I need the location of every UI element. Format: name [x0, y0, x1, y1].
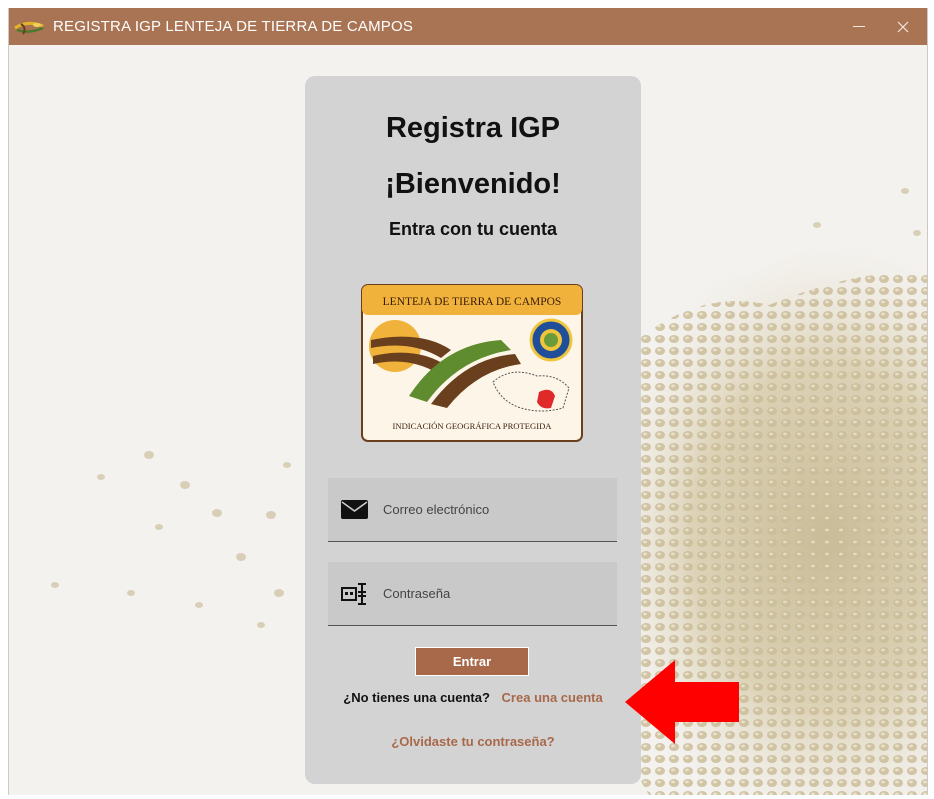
email-field[interactable]: Correo electrónico — [328, 478, 617, 542]
envelope-icon — [341, 500, 368, 519]
window-title: REGISTRA IGP LENTEJA DE TIERRA DE CAMPOS — [53, 18, 414, 35]
password-icon — [341, 583, 366, 605]
minimize-icon — [853, 25, 865, 27]
title-bar: REGISTRA IGP LENTEJA DE TIERRA DE CAMPOS — [9, 8, 927, 45]
igp-logo: LENTEJA DE TIERRA DE CAMPOS INDICACIÓN G… — [361, 284, 583, 442]
red-arrow-left-icon — [625, 660, 739, 744]
login-card: Registra IGP ¡Bienvenido! Entra con tu c… — [305, 76, 641, 784]
minimize-button[interactable] — [837, 8, 881, 45]
password-placeholder: Contraseña — [383, 586, 451, 601]
app-heading: Registra IGP — [385, 112, 561, 144]
no-account-text: ¿No tienes una cuenta? — [343, 690, 490, 705]
close-button[interactable] — [881, 8, 925, 45]
logo-bottom-text: INDICACIÓN GEOGRÁFICA PROTEGIDA — [393, 421, 553, 431]
forgot-password-link[interactable]: ¿Olvidaste tu contraseña? — [305, 734, 641, 749]
signup-row: ¿No tienes una cuenta? Crea una cuenta — [305, 690, 641, 705]
password-field[interactable]: Contraseña — [328, 562, 617, 626]
email-placeholder: Correo electrónico — [383, 502, 490, 517]
logo-top-text: LENTEJA DE TIERRA DE CAMPOS — [383, 296, 562, 308]
create-account-link[interactable]: Crea una cuenta — [502, 690, 603, 705]
welcome-heading: ¡Bienvenido! — [385, 168, 561, 200]
enter-button[interactable]: Entrar — [415, 647, 529, 676]
close-icon — [897, 21, 909, 32]
login-subtitle: Entra con tu cuenta — [388, 219, 558, 239]
app-window: REGISTRA IGP LENTEJA DE TIERRA DE CAMPOS — [8, 8, 928, 795]
lentil-sprig-icon — [14, 21, 44, 35]
